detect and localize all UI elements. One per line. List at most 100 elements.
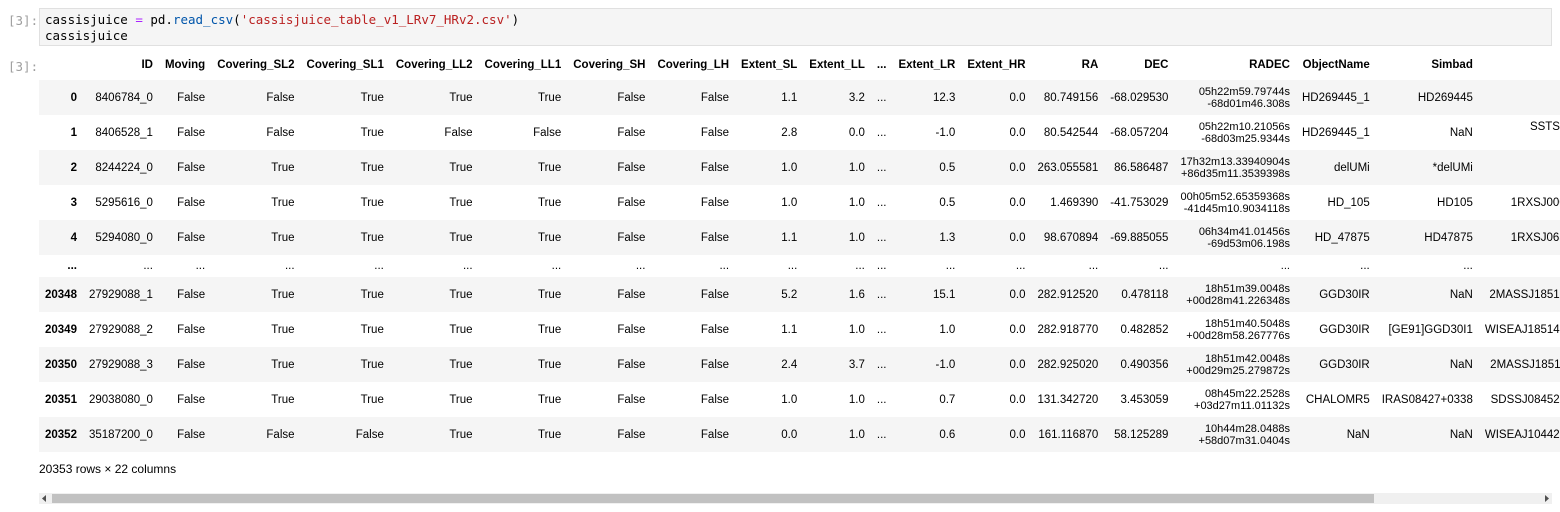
column-header: Covering_LL1 <box>484 59 562 71</box>
table-cell: ... <box>1158 260 1169 272</box>
table-cell: True <box>360 126 384 139</box>
table-cell: False <box>177 126 206 139</box>
table-cell: HD105 <box>1437 196 1473 209</box>
table-cell: 58.125289 <box>1114 428 1169 441</box>
table-cell: True <box>271 161 295 174</box>
table-cell: 1.0 <box>848 161 865 174</box>
table-cell: 0.478118 <box>1121 288 1169 301</box>
table-cell: NaN <box>1449 358 1473 371</box>
row-index: 3 <box>70 196 77 209</box>
table-cell: ... <box>1015 260 1026 272</box>
table-cell: ... <box>876 428 887 441</box>
table-cell: 18h51m42.0048s +00d29m25.279872s <box>1186 352 1290 377</box>
table-cell: SSTSL2J052209.66-680330.9 <box>1529 120 1560 133</box>
table-cell: NaN <box>1449 428 1473 441</box>
row-index: 20348 <box>45 288 77 301</box>
table-cell: 27929088_2 <box>88 323 153 336</box>
table-cell: 2.8 <box>781 126 798 139</box>
row-index: 2 <box>70 161 77 174</box>
table-cell: False <box>355 428 384 441</box>
table-cell: ... <box>284 260 295 272</box>
table-cell: 0.0 <box>1009 358 1026 371</box>
table-cell: 0.5 <box>939 161 956 174</box>
column-header: Covering_LL2 <box>395 59 473 71</box>
table-cell: ... <box>1280 260 1290 272</box>
table-cell: deltaUMi <box>1479 150 1560 185</box>
notebook-cell: [3]: cassisjuice = pd.read_csv('cassisju… <box>0 0 1560 512</box>
table-cell: WISEAJ104428.25+580730.9 <box>1484 428 1560 441</box>
table-cell: 00h05m52.65359368s -41d45m10.9034118s <box>1180 190 1290 215</box>
table-cell: 0.7 <box>939 393 956 406</box>
table-cell: False <box>177 428 206 441</box>
table-cell: True <box>538 323 562 336</box>
table-cell: False <box>177 231 206 244</box>
table-cell: 18h51m40.5048s +00d28m58.267776s <box>1186 317 1290 342</box>
table-cell: 80.749156 <box>1043 91 1099 104</box>
table-cell: True <box>360 323 384 336</box>
table-cell: 8406528_1 <box>95 126 153 139</box>
table-cell: 8406784_0 <box>95 91 153 104</box>
column-header: NED <box>1479 50 1560 80</box>
scroll-left-icon[interactable] <box>39 493 50 504</box>
table-cell: 0.0 <box>1009 196 1026 209</box>
table-cell: True <box>538 428 562 441</box>
table-cell: 1RXSJ000552.5-414521 <box>1510 196 1560 209</box>
code-paren-open: ( <box>233 12 241 27</box>
table-cell: 263.055581 <box>1037 161 1099 174</box>
table-cell: True <box>360 393 384 406</box>
table-cell: ... <box>876 323 887 336</box>
table-cell: 1.0 <box>848 323 865 336</box>
table-cell: 3.7 <box>848 358 865 371</box>
row-index: 4 <box>70 231 77 244</box>
table-cell: ... <box>635 260 646 272</box>
table-cell: False <box>700 428 730 441</box>
table-cell: True <box>449 231 473 244</box>
table-cell: ... <box>876 91 887 104</box>
table-cell: 0.482852 <box>1120 323 1169 336</box>
table-cell: False <box>177 358 206 371</box>
table-cell: 06h34m41.01456s -69d53m06.198s <box>1198 225 1290 250</box>
table-cell: True <box>449 358 473 371</box>
horizontal-scrollbar[interactable] <box>39 493 1552 504</box>
table-cell: 0.0 <box>781 428 798 441</box>
table-cell: HD_105 <box>1327 196 1370 209</box>
table-cell: 282.912520 <box>1037 288 1099 301</box>
table-cell: False <box>617 196 646 209</box>
column-header: Simbad <box>1431 59 1473 71</box>
table-cell: ... <box>787 260 798 272</box>
table-cell: ... <box>143 260 153 272</box>
code-editor[interactable]: cassisjuice = pd.read_csv('cassisjuice_t… <box>39 8 1552 46</box>
table-cell: 17h32m13.33940904s +86d35m11.3539398s <box>1180 155 1290 180</box>
table-cell: 0.0 <box>1009 126 1026 139</box>
table-cell: False <box>700 196 730 209</box>
column-header: ObjectName <box>1302 59 1370 71</box>
table-cell: True <box>538 393 562 406</box>
row-index: 20351 <box>45 393 77 406</box>
scrollbar-thumb[interactable] <box>52 494 1374 503</box>
table-cell: 80.542544 <box>1043 126 1099 139</box>
table-cell: ... <box>855 260 865 272</box>
table-cell: 1.1 <box>781 231 798 244</box>
table-cell: ... <box>1463 260 1473 272</box>
scroll-right-icon[interactable] <box>1541 493 1552 504</box>
table-cell: False <box>700 358 730 371</box>
table-body: 0 8406784_0 False False True True True False Fal… <box>39 80 1560 452</box>
table-cell: ... <box>551 260 562 272</box>
table-row: 20351 29038080_0 False True True True True Fals… <box>39 382 1560 417</box>
table-cell: GGD30IR <box>1319 288 1370 301</box>
table-cell: True <box>360 91 384 104</box>
table-cell: -68.057204 <box>1110 126 1169 139</box>
table-cell: False <box>617 126 646 139</box>
table-cell: 86.586487 <box>1114 161 1169 174</box>
table-cell: 1.1 <box>781 323 798 336</box>
table-cell: True <box>449 196 473 209</box>
table-cell: False <box>700 393 730 406</box>
table-cell: False <box>617 428 646 441</box>
table-cell: True <box>449 161 473 174</box>
table-cell: False <box>617 393 646 406</box>
column-header: Extent_LR <box>898 59 956 71</box>
table-cell: 1.0 <box>781 393 798 406</box>
table-cell: [GE91]GGD30I1 <box>1388 323 1473 336</box>
table-cell: True <box>449 393 473 406</box>
column-header: ID <box>141 59 153 71</box>
